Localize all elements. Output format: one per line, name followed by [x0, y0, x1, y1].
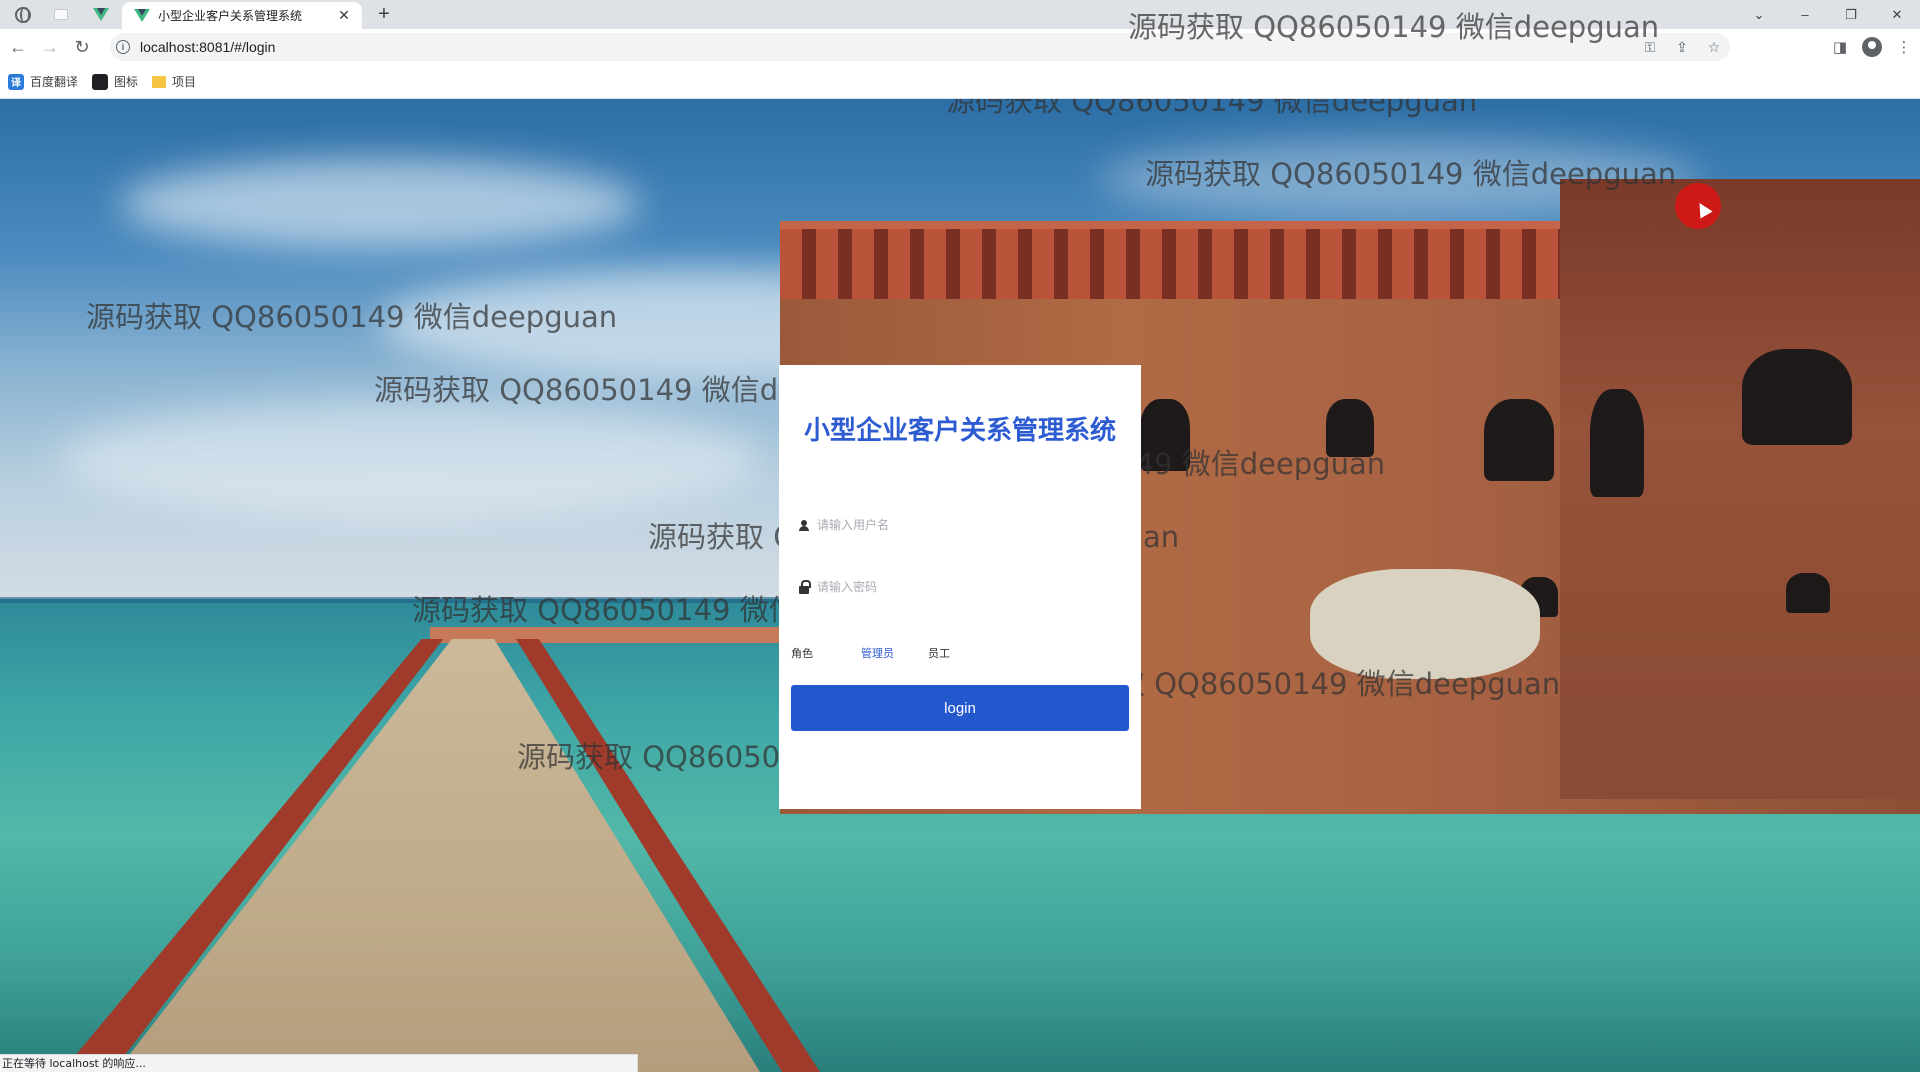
- watermark: 源码获取 QQ86050149 微信deepguan: [86, 300, 618, 334]
- toolbar-actions: ◨ ⋮: [1824, 33, 1920, 61]
- role-option-employee[interactable]: 员工: [928, 645, 950, 661]
- bookmark-label: 图标: [114, 75, 139, 89]
- fort-window: [1590, 389, 1644, 497]
- watermark: 源码获取 QQ86050149 微信deepguan: [1145, 157, 1677, 191]
- tab-close-icon[interactable]: ✕: [336, 7, 352, 24]
- translate-icon: 译: [8, 73, 24, 90]
- username-field[interactable]: [799, 507, 1119, 543]
- site-info-icon[interactable]: i: [116, 40, 130, 54]
- star-icon[interactable]: ☆: [1698, 39, 1730, 56]
- profile-avatar-icon[interactable]: [1862, 37, 1882, 57]
- password-input[interactable]: [817, 579, 1097, 594]
- minimize-button[interactable]: –: [1782, 0, 1828, 29]
- bookmark-project[interactable]: 项目: [152, 73, 196, 90]
- reload-icon[interactable]: ↻: [70, 35, 94, 59]
- username-input[interactable]: [817, 517, 1097, 532]
- close-window-button[interactable]: ✕: [1874, 0, 1920, 29]
- bookmark-label: 项目: [172, 75, 197, 89]
- bookmark-icons[interactable]: 图标: [92, 73, 138, 90]
- icon-library-icon: [92, 73, 109, 90]
- pinned-tab-vue[interactable]: [84, 2, 118, 27]
- role-selector: 角色 管理员 员工: [791, 643, 1121, 663]
- forward-arrow-icon[interactable]: →: [38, 35, 62, 59]
- cloud: [60, 399, 760, 519]
- blank-page-icon: [54, 9, 68, 20]
- bookmarks-bar: 译 百度翻译 图标 项目: [0, 65, 1920, 99]
- role-label: 角色: [791, 647, 813, 660]
- fort-window: [1742, 349, 1852, 445]
- password-field[interactable]: [799, 569, 1119, 605]
- restore-button[interactable]: ❐: [1828, 0, 1874, 29]
- bookmark-label: 百度翻译: [30, 75, 79, 89]
- window-controls: ⌄ – ❐ ✕: [1736, 0, 1920, 29]
- folder-icon: [152, 75, 167, 88]
- login-page: 源码获取 QQ86050149 微信deepguan 源码获取 QQ860501…: [0, 99, 1920, 1072]
- bookmark-baidu-translate[interactable]: 译 百度翻译: [8, 73, 78, 90]
- role-option-admin[interactable]: 管理员: [861, 645, 894, 661]
- fort-window: [1786, 573, 1830, 613]
- cloud: [120, 159, 640, 249]
- tab-search-button[interactable]: ⌄: [1736, 0, 1782, 29]
- vue-logo-icon: [134, 9, 150, 22]
- user-icon: [799, 519, 809, 531]
- login-title: 小型企业客户关系管理系统: [803, 416, 1116, 446]
- back-arrow-icon[interactable]: ←: [6, 35, 30, 59]
- pinned-tab-blank[interactable]: [44, 2, 78, 27]
- url-text[interactable]: localhost:8081/#/login: [140, 39, 275, 55]
- side-panel-icon[interactable]: ◨: [1824, 38, 1856, 56]
- lock-icon: [799, 579, 811, 594]
- login-button[interactable]: login: [791, 685, 1129, 731]
- tab-title: 小型企业客户关系管理系统: [158, 9, 303, 23]
- vue-logo-icon: [93, 8, 109, 21]
- watermark: 源码获取 QQ86050149 微信deepguan: [946, 99, 1478, 118]
- fort-window: [1484, 399, 1554, 481]
- active-tab[interactable]: 小型企业客户关系管理系统 ✕: [122, 2, 362, 29]
- share-icon[interactable]: ⇪: [1666, 39, 1698, 56]
- watermark: 源码获取 QQ86050149 微信deepguan: [1128, 10, 1660, 44]
- login-card: 小型企业客户关系管理系统 角色 管理员 员工 login: [779, 365, 1141, 809]
- status-bar: 正在等待 localhost 的响应...: [0, 1054, 638, 1072]
- pinned-tab-globe[interactable]: [6, 2, 40, 27]
- new-tab-button[interactable]: +: [372, 2, 396, 26]
- globe-icon: [15, 6, 31, 23]
- menu-kebab-icon[interactable]: ⋮: [1888, 38, 1920, 56]
